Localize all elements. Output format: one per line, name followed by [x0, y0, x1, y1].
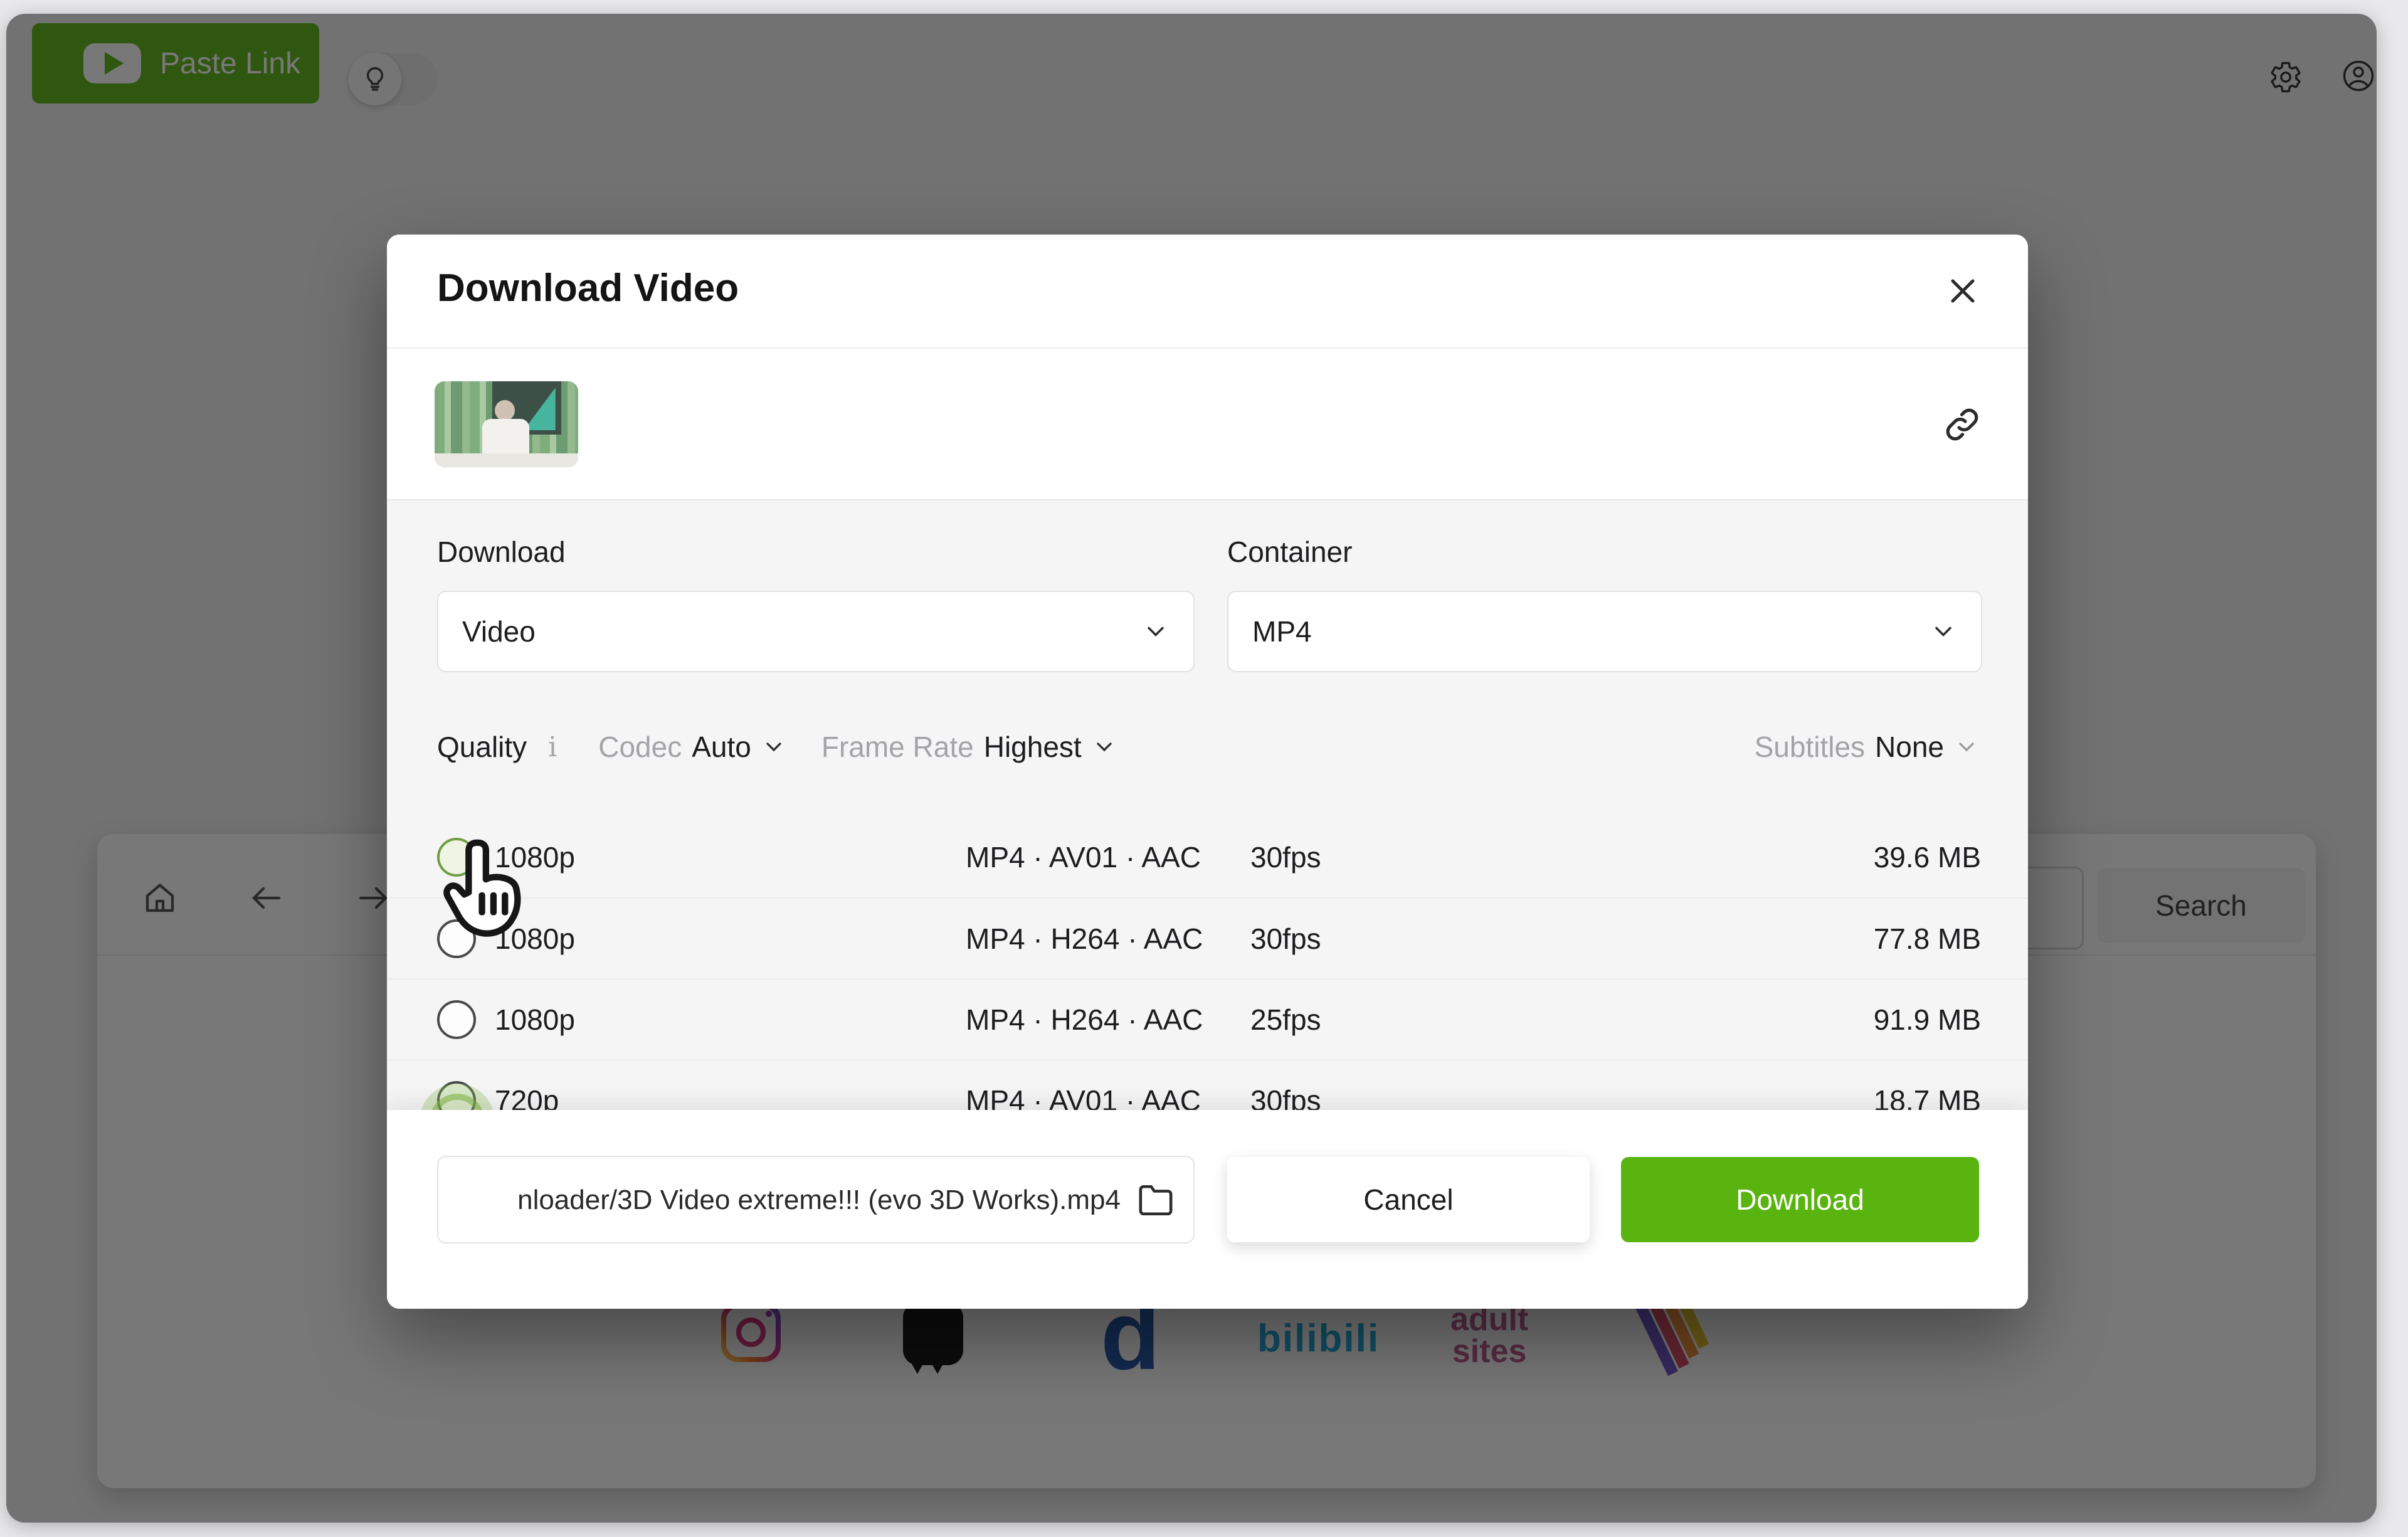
container-select[interactable]: MP4	[1227, 591, 1982, 672]
codec-dropdown[interactable]: Codec Auto	[598, 730, 786, 764]
save-path-value: nloader/3D Video extreme!!! (evo 3D Work…	[517, 1185, 1121, 1215]
browse-folder-button[interactable]	[1137, 1182, 1175, 1220]
download-video-modal: Download Video 3D Video extreme!!! (evo …	[387, 235, 2028, 1309]
folder-icon	[1139, 1185, 1173, 1216]
format-radio[interactable]	[437, 1000, 476, 1039]
video-info-row: 3D Video extreme!!! (evo 3D Works) 02:10	[387, 350, 2028, 576]
format-row[interactable]: 1080p MP4 · H264 · AAC 30fps 77.8 MB	[387, 897, 2028, 978]
chevron-down-icon	[1959, 742, 1974, 752]
link-icon	[1946, 408, 1978, 441]
download-button[interactable]: Download	[1621, 1157, 1979, 1242]
chevron-down-icon	[1097, 742, 1112, 752]
close-icon	[1951, 279, 1975, 303]
chevron-down-icon	[1148, 626, 1164, 636]
frame-rate-dropdown[interactable]: Frame Rate Highest	[821, 730, 1117, 764]
subtitles-dropdown[interactable]: Subtitles None	[1755, 730, 1979, 764]
download-type-select[interactable]: Video	[437, 591, 1195, 672]
modal-title: Download Video	[437, 267, 739, 310]
close-button[interactable]	[1943, 271, 1983, 311]
format-list: 1080p MP4 · AV01 · AAC 30fps 39.6 MB 108…	[387, 816, 2028, 1140]
chevron-down-icon	[1935, 626, 1951, 636]
modal-header: Download Video	[387, 235, 2028, 349]
save-path-input[interactable]: nloader/3D Video extreme!!! (evo 3D Work…	[437, 1156, 1195, 1244]
container-select-label: Container	[1227, 536, 1353, 568]
format-row[interactable]: 1080p MP4 · AV01 · AAC 30fps 39.6 MB	[387, 816, 2028, 897]
modal-footer: nloader/3D Video extreme!!! (evo 3D Work…	[387, 1110, 2028, 1309]
copy-link-button[interactable]	[1941, 404, 1983, 445]
video-thumbnail	[435, 381, 578, 467]
quality-info-icon[interactable]: i	[548, 731, 557, 763]
quality-label: Quality	[437, 731, 527, 763]
hand-click-cursor-icon	[443, 839, 521, 937]
cancel-button[interactable]: Cancel	[1227, 1157, 1590, 1242]
modal-body: Download Container Video MP4 Quality i C…	[387, 499, 2028, 1159]
format-row[interactable]: 1080p MP4 · H264 · AAC 25fps 91.9 MB	[387, 978, 2028, 1059]
quality-filter-row: Quality i Codec Auto Frame Rate Highest …	[437, 728, 1979, 766]
chevron-down-icon	[766, 742, 781, 752]
download-select-label: Download	[437, 536, 566, 568]
